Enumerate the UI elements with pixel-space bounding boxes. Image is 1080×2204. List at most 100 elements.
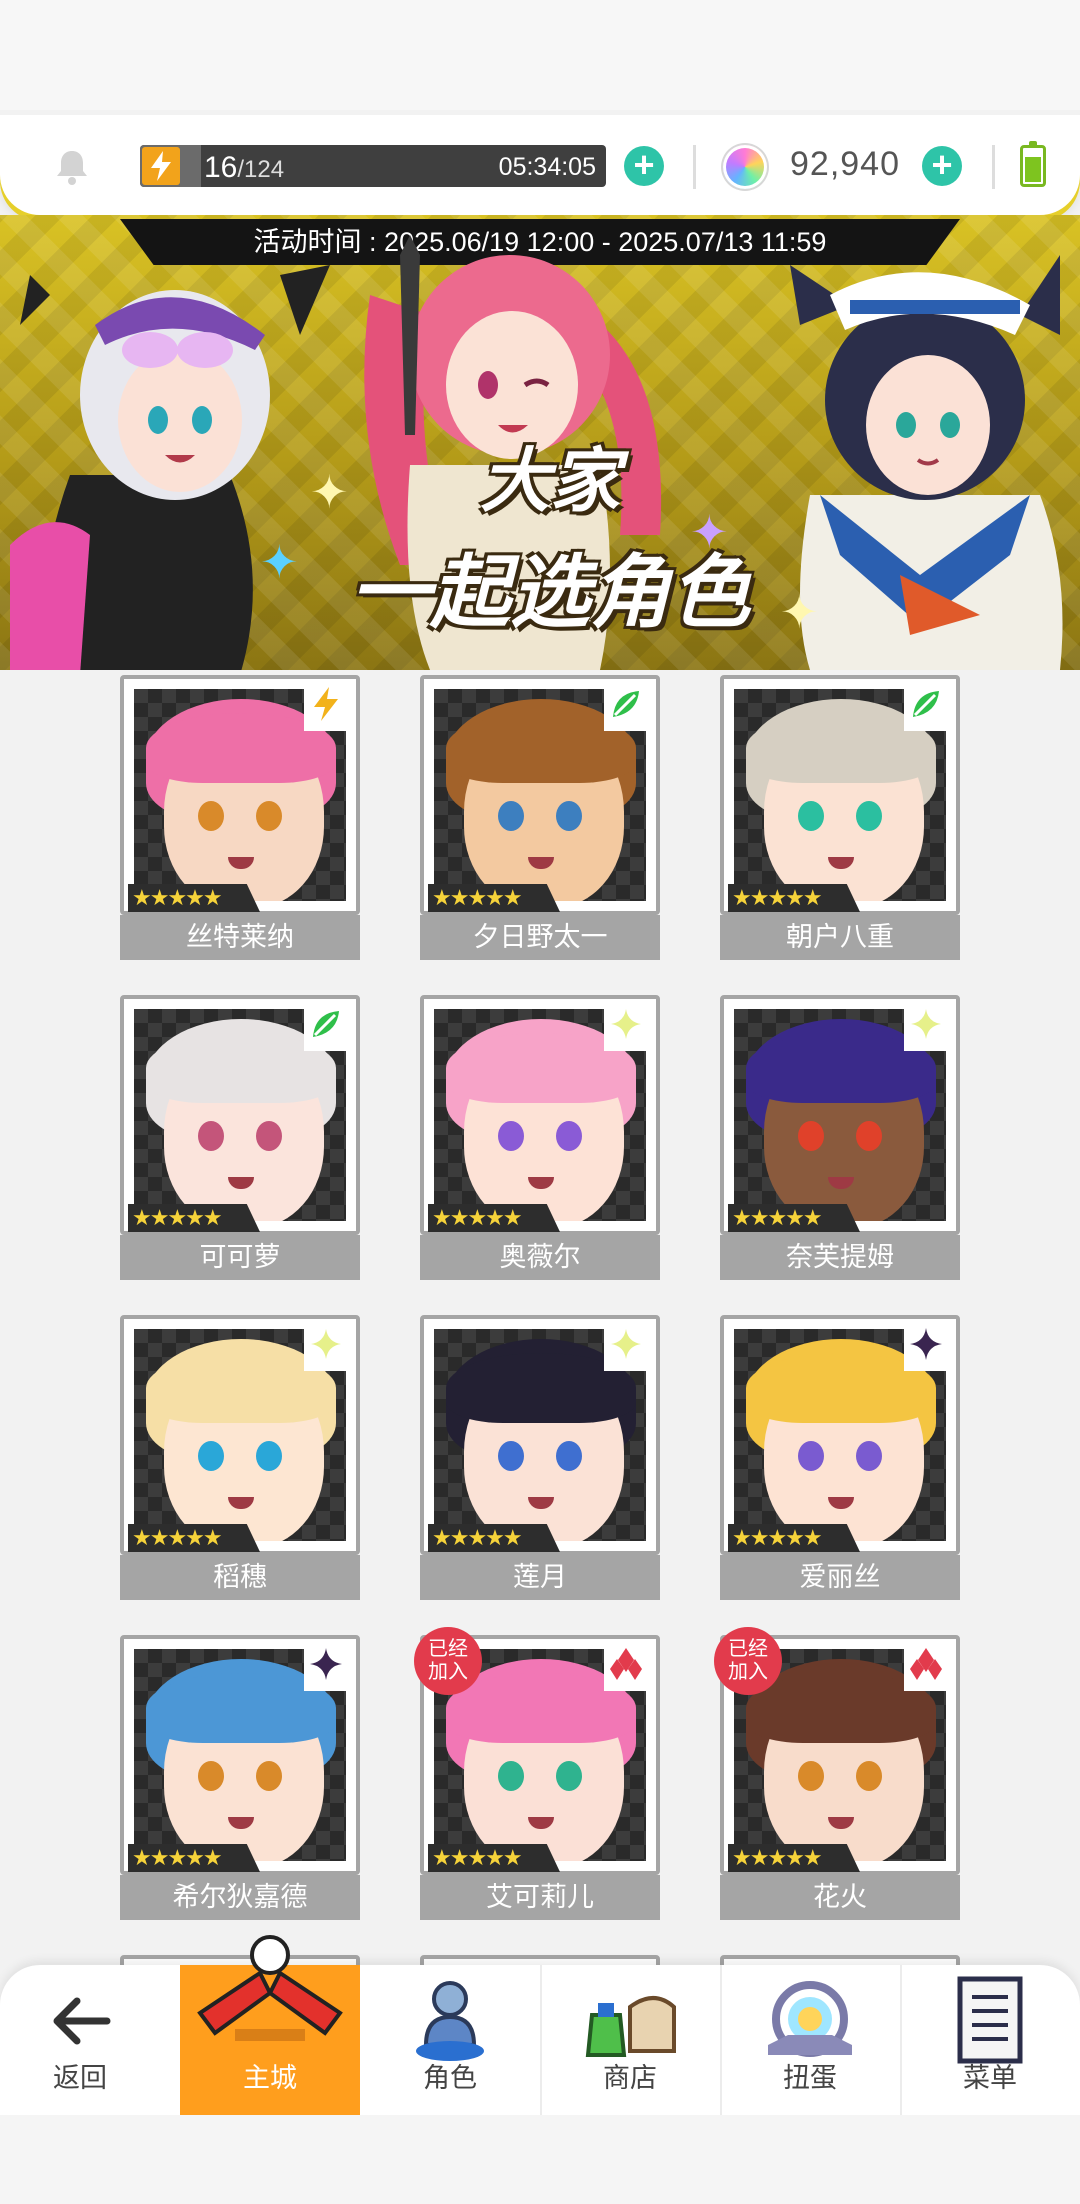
character-card[interactable]: ★★★★★ 夕日野太一 xyxy=(420,675,660,960)
leaf-icon xyxy=(604,687,648,731)
menu-label: 菜单 xyxy=(963,2063,1017,2093)
character-portrait-frame: ★★★★★ xyxy=(720,675,960,915)
top-margin xyxy=(0,0,1080,110)
character-name: 花火 xyxy=(720,1875,960,1920)
portrait-eye xyxy=(498,801,524,831)
star-rating: ★★★★★ xyxy=(428,884,560,912)
divider xyxy=(693,145,696,189)
character-card[interactable]: ★★★★★ 莲月 xyxy=(420,1315,660,1600)
star-rating: ★★★★★ xyxy=(428,1844,560,1872)
nav-characters[interactable]: 角色 xyxy=(360,1965,540,2115)
portrait-eye xyxy=(856,1441,882,1471)
leaf-icon xyxy=(304,1007,348,1051)
portrait-eye xyxy=(198,801,224,831)
character-portrait-frame: ★★★★★ xyxy=(120,675,360,915)
character-card[interactable]: ★★★★★ 朝户八重 xyxy=(720,675,960,960)
character-card[interactable]: ★★★★★ 可可萝 xyxy=(120,995,360,1280)
character-portrait-frame: ★★★★★ xyxy=(420,995,660,1235)
portrait-eye xyxy=(856,1761,882,1791)
character-icon xyxy=(416,1981,484,2061)
banner-title-line1: 大家 xyxy=(480,440,620,522)
add-stamina-button[interactable]: + xyxy=(624,146,664,186)
joined-badge: 已经 加入 xyxy=(714,1627,782,1695)
character-portrait-frame: ★★★★★ xyxy=(420,1315,660,1555)
portrait-eye xyxy=(556,801,582,831)
back-arrow-icon xyxy=(53,1997,111,2045)
character-card[interactable]: ★★★★★ 爱丽丝 xyxy=(720,1315,960,1600)
shop-label: 商店 xyxy=(603,2063,657,2093)
event-banner[interactable]: 活动时间 : 2025.06/19 12:00 - 2025.07/13 11:… xyxy=(0,215,1080,670)
character-card-partial[interactable] xyxy=(720,1955,960,1965)
portrait-eye xyxy=(256,1441,282,1471)
gacha-icon xyxy=(768,1981,852,2057)
gem-icon xyxy=(723,145,767,189)
nav-main-city[interactable]: 主城 xyxy=(180,1935,360,2115)
battery-icon xyxy=(1020,141,1046,187)
character-portrait-frame: ★★★★★ xyxy=(420,675,660,915)
stamina-bar: 16/124 05:34:05 xyxy=(140,145,606,187)
portrait-eye xyxy=(798,1441,824,1471)
portrait-eye xyxy=(498,1761,524,1791)
portrait-eye xyxy=(798,801,824,831)
joined-badge-line2: 加入 xyxy=(728,1661,768,1683)
character-name: 艾可莉儿 xyxy=(420,1875,660,1920)
character-card[interactable]: ★★★★★ 希尔狄嘉德 xyxy=(120,1635,360,1920)
star-rating: ★★★★★ xyxy=(428,1524,560,1552)
bell-icon[interactable] xyxy=(52,147,92,187)
portrait-eye xyxy=(256,801,282,831)
character-portrait-frame: ★★★★★ xyxy=(120,1635,360,1875)
stamina-max: /124 xyxy=(237,156,285,183)
joined-badge-line1: 已经 xyxy=(728,1638,768,1660)
character-name: 希尔狄嘉德 xyxy=(120,1875,360,1920)
star-rating: ★★★★★ xyxy=(728,1524,860,1552)
character-portrait-frame: ★★★★★ xyxy=(120,1315,360,1555)
stamina-text: 16/124 xyxy=(204,151,284,185)
character-card[interactable]: ★★★★★ 奈芙提姆 xyxy=(720,995,960,1280)
sparkle-icon xyxy=(604,1327,648,1371)
character-name: 夕日野太一 xyxy=(420,915,660,960)
character-card[interactable]: ★★★★★ 奥薇尔 xyxy=(420,995,660,1280)
status-bar: 16/124 05:34:05 + 92,940 + xyxy=(0,115,1080,215)
sparkle-icon xyxy=(304,1327,348,1371)
portrait-eye xyxy=(256,1121,282,1151)
star-rating: ★★★★★ xyxy=(728,1204,860,1232)
joined-badge-line2: 加入 xyxy=(428,1661,468,1683)
character-card[interactable]: ★★★★★ 艾可莉儿 已经 加入 xyxy=(414,1627,660,1920)
character-name: 丝特莱纳 xyxy=(120,915,360,960)
portrait-eye xyxy=(856,1121,882,1151)
star-rating: ★★★★★ xyxy=(728,1844,860,1872)
back-button[interactable]: 返回 xyxy=(0,1965,160,2115)
character-name: 爱丽丝 xyxy=(720,1555,960,1600)
bottom-nav: 返回 主城 角色 商店 扭蛋 菜单 xyxy=(0,1935,1080,2115)
portrait-eye xyxy=(856,801,882,831)
stamina-timer: 05:34:05 xyxy=(498,153,596,181)
character-portrait-frame xyxy=(420,1955,660,1965)
back-label: 返回 xyxy=(53,2063,107,2093)
star-rating: ★★★★★ xyxy=(428,1204,560,1232)
portrait-eye xyxy=(556,1441,582,1471)
character-portrait-frame: ★★★★★ xyxy=(120,995,360,1235)
character-card-partial[interactable] xyxy=(420,1955,660,1965)
joined-badge-line1: 已经 xyxy=(428,1638,468,1660)
characters-label: 角色 xyxy=(423,2063,477,2093)
shop-icon xyxy=(585,1996,676,2057)
castle-icon xyxy=(197,1935,343,2041)
nav-menu[interactable]: 菜单 xyxy=(900,1965,1080,2115)
banner-title: 大家 一起选角色 xyxy=(290,425,810,644)
stamina-current: 16 xyxy=(204,151,238,184)
character-card[interactable]: ★★★★★ 稻穗 xyxy=(120,1315,360,1600)
character-card[interactable]: ★★★★★ 花火 已经 加入 xyxy=(714,1627,960,1920)
nav-gacha[interactable]: 扭蛋 xyxy=(720,1965,900,2115)
sparkle-icon xyxy=(904,1007,948,1051)
add-gems-button[interactable]: + xyxy=(922,146,962,186)
nav-shop[interactable]: 商店 xyxy=(540,1965,720,2115)
portrait-eye xyxy=(556,1761,582,1791)
character-card[interactable]: ★★★★★ 丝特莱纳 xyxy=(120,675,360,960)
portrait-eye xyxy=(198,1121,224,1151)
portrait-eye xyxy=(256,1761,282,1791)
character-name: 奈芙提姆 xyxy=(720,1235,960,1280)
character-name: 奥薇尔 xyxy=(420,1235,660,1280)
portrait-eye xyxy=(198,1441,224,1471)
star-rating: ★★★★★ xyxy=(128,1204,260,1232)
character-grid: ★★★★★ 丝特莱纳 ★★★★★ 夕日野太一 ★★★★★ 朝户八重 ★★★★★ 可可萝 ★★★★… xyxy=(0,670,1080,1965)
